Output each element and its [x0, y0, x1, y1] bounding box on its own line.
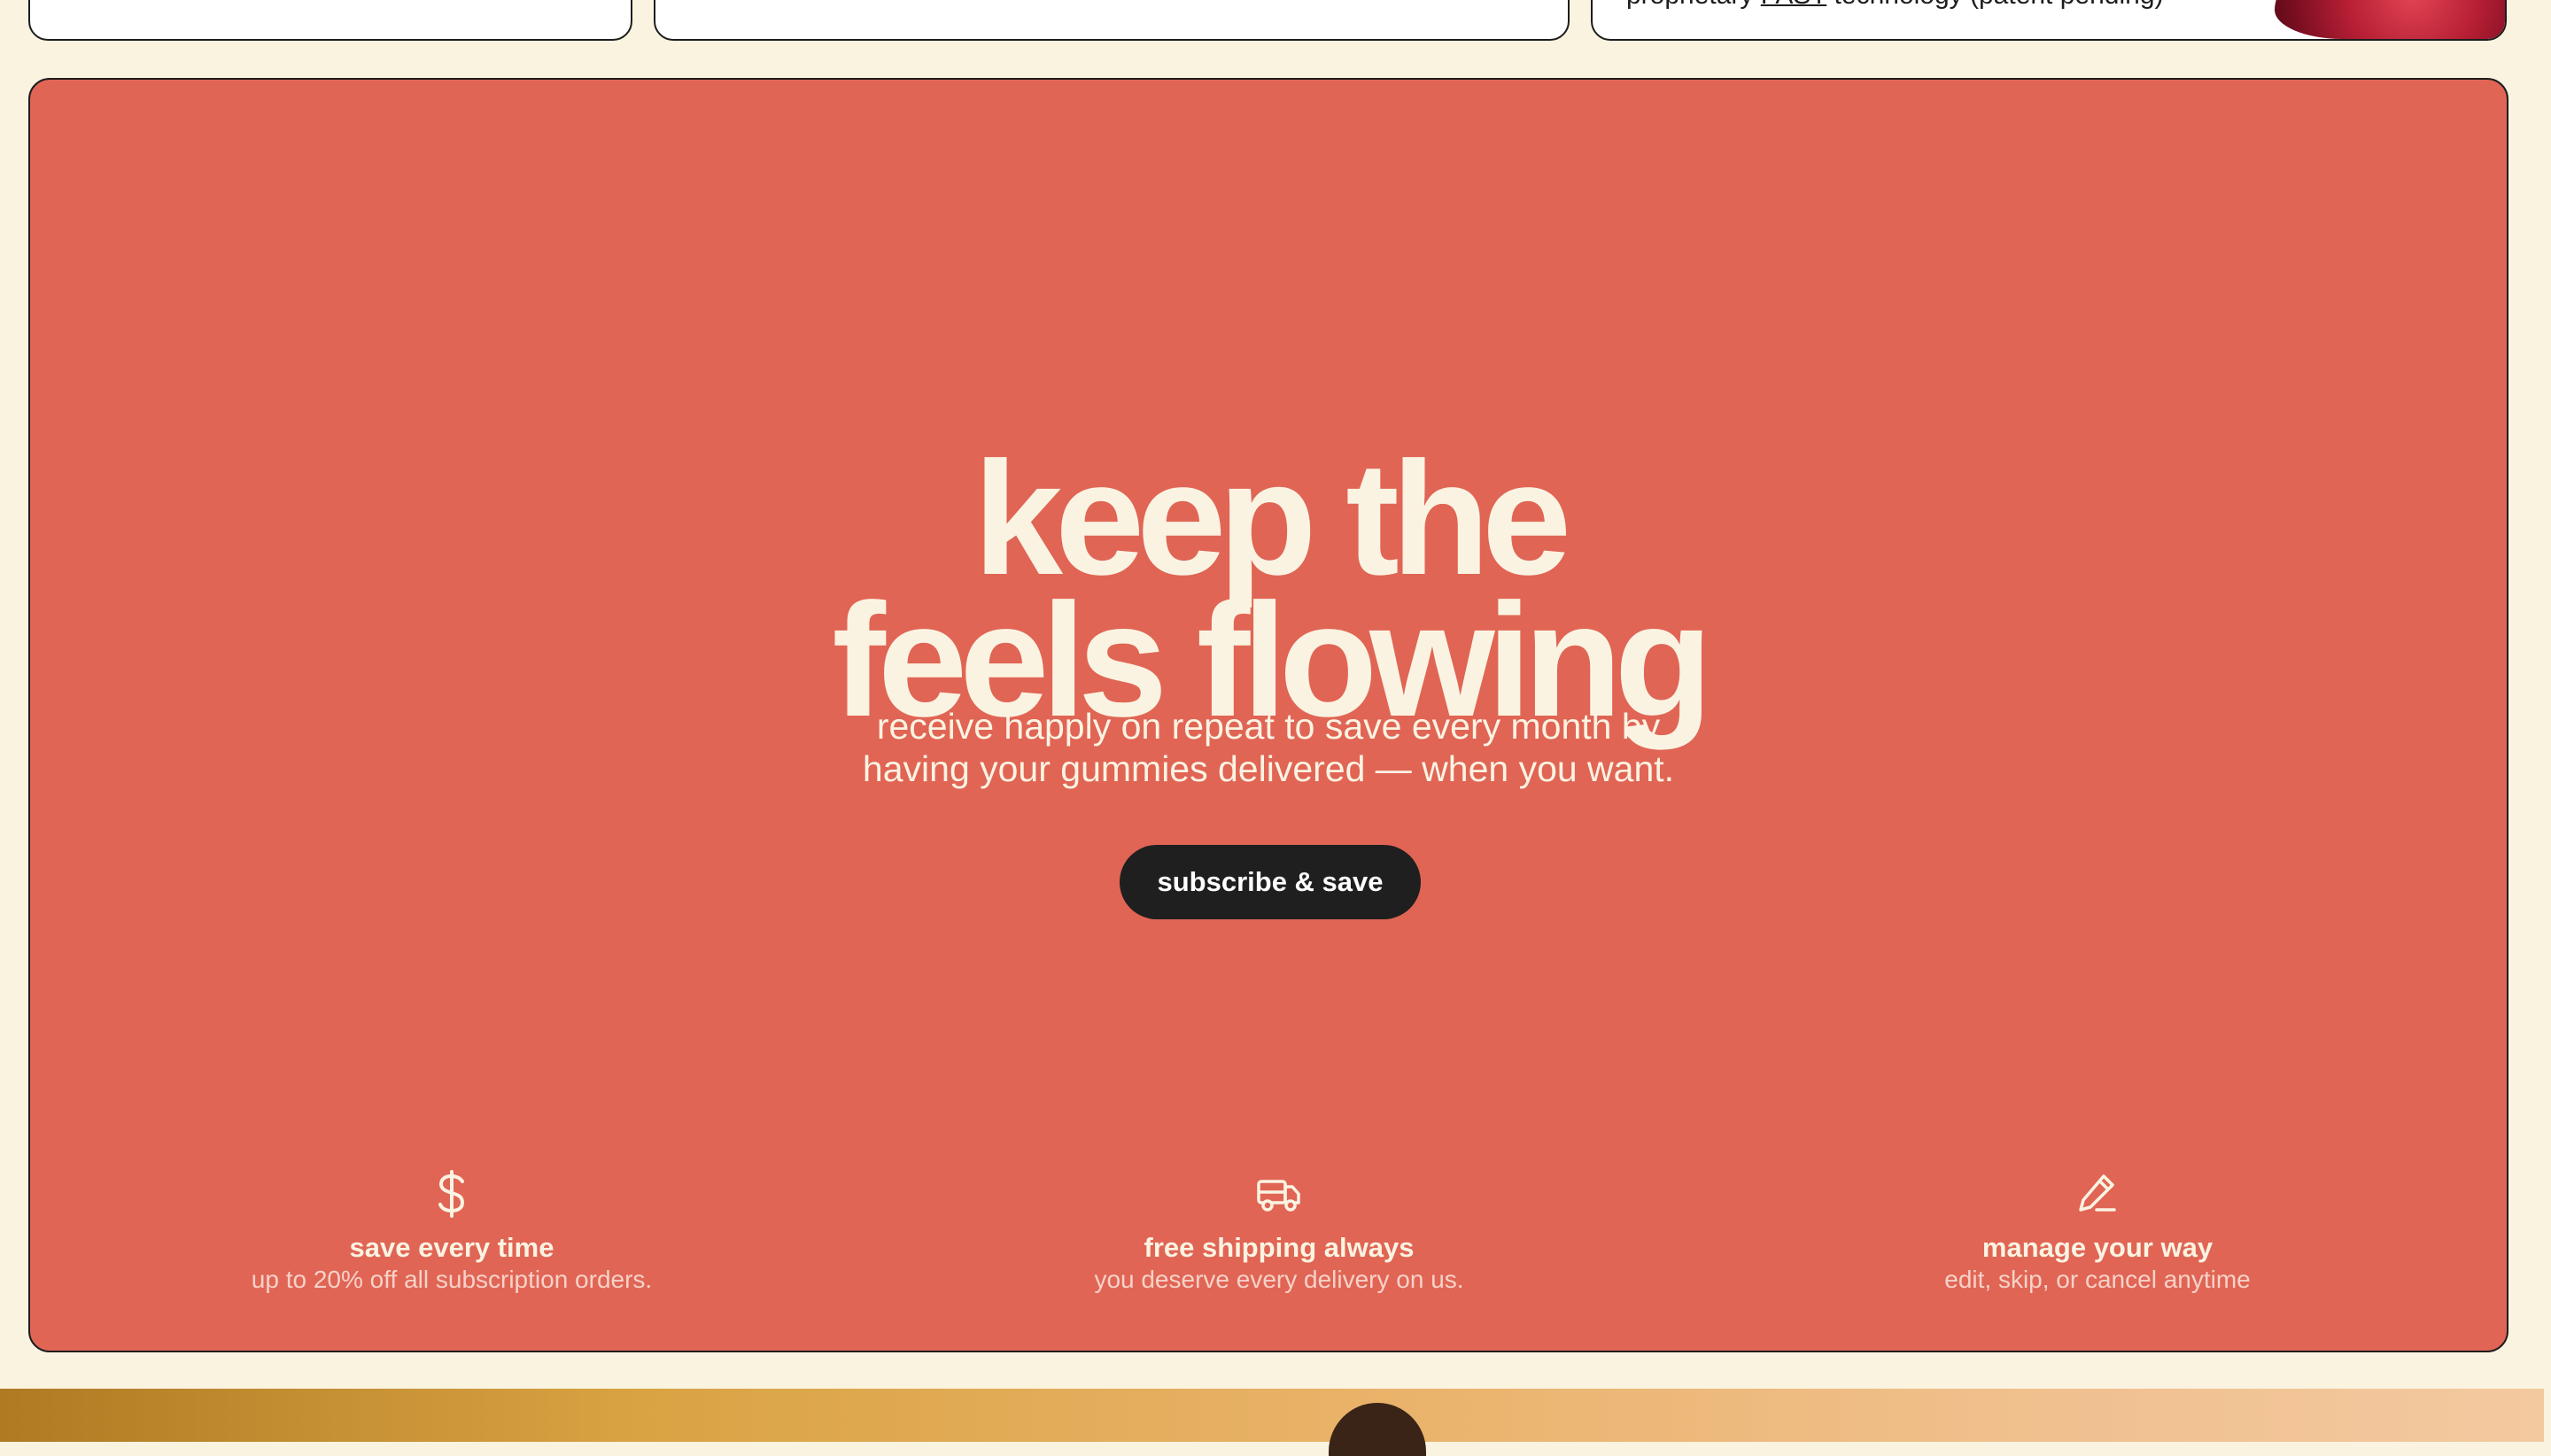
- product-card-right[interactable]: proprietary FAST technology (patent pend…: [1591, 0, 2507, 41]
- subscribe-save-button[interactable]: subscribe & save: [1120, 845, 1421, 919]
- fast-technology-link[interactable]: FAST: [1761, 0, 1826, 10]
- feature-description: up to 20% off all subscription orders.: [251, 1266, 653, 1293]
- subtext-line-2: having your gummies delivered — when you…: [862, 748, 1675, 789]
- feature-manage: manage your way edit, skip, or cancel an…: [1743, 1169, 2452, 1295]
- berry-gummy-image: [2275, 0, 2505, 39]
- promo-headline: keep the feels flowing: [30, 438, 2507, 740]
- feature-description: you deserve every delivery on us.: [1094, 1266, 1464, 1293]
- feature-description: edit, skip, or cancel anytime: [1944, 1266, 2251, 1293]
- pencil-icon: [2079, 1174, 2116, 1212]
- technology-note: proprietary FAST technology (patent pend…: [1626, 0, 2164, 11]
- feature-save: save every time up to 20% off all subscr…: [97, 1169, 806, 1295]
- feature-title: save every time: [349, 1232, 554, 1263]
- truck-icon: [1257, 1180, 1300, 1212]
- subscribe-promo-panel: keep the feels flowing receive happly on…: [28, 78, 2508, 1352]
- dollar-icon: [438, 1170, 465, 1218]
- feature-title: manage your way: [1981, 1232, 2214, 1263]
- technology-note-prefix: proprietary: [1626, 0, 1761, 10]
- promo-subtext: receive happly on repeat to save every m…: [30, 705, 2507, 790]
- subtext-line-1: receive happly on repeat to save every m…: [876, 706, 1661, 747]
- product-card-left[interactable]: [28, 0, 632, 41]
- product-card-middle[interactable]: [654, 0, 1570, 41]
- feature-title: free shipping always: [1144, 1232, 1415, 1263]
- lifestyle-banner-image: [0, 1389, 2544, 1442]
- technology-note-suffix: technology (patent pending): [1826, 0, 2164, 10]
- feature-shipping: free shipping always you deserve every d…: [925, 1169, 1633, 1295]
